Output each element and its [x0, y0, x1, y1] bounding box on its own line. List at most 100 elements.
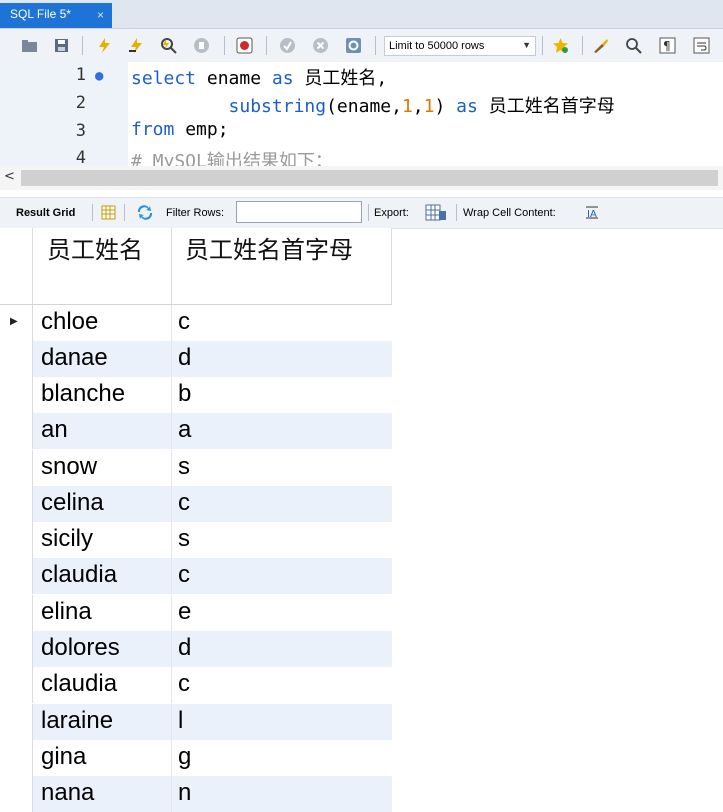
table-row[interactable]: gina g	[0, 740, 392, 776]
cell-name[interactable]: nana	[41, 779, 94, 807]
cell-divider	[171, 522, 172, 558]
cell-name[interactable]: claudia	[41, 670, 117, 698]
invisible-chars-icon[interactable]: ¶	[659, 37, 676, 54]
add-snippet-icon[interactable]	[552, 37, 569, 54]
row-selector[interactable]	[0, 667, 33, 703]
column-divider[interactable]	[171, 228, 172, 304]
table-row[interactable]: snow s	[0, 450, 392, 486]
stop-icon[interactable]	[193, 37, 210, 54]
toolbar-separator	[368, 204, 369, 221]
row-selector[interactable]	[0, 486, 33, 522]
row-selector[interactable]: ▶	[0, 305, 33, 341]
execute-current-icon[interactable]	[128, 37, 145, 54]
cell-initial[interactable]: c	[178, 489, 190, 517]
cell-divider	[171, 776, 172, 812]
cell-name[interactable]: laraine	[41, 707, 113, 735]
limit-rows-select[interactable]: Limit to 50000 rows ▼	[384, 36, 536, 56]
execute-icon[interactable]	[96, 37, 113, 54]
table-row[interactable]: sicily s	[0, 522, 392, 558]
limit-rows-value: Limit to 50000 rows	[389, 40, 485, 52]
export-icon[interactable]	[425, 203, 447, 222]
row-selector[interactable]	[0, 450, 33, 486]
filter-rows-input[interactable]	[236, 201, 362, 223]
row-selector-header[interactable]	[0, 228, 33, 304]
cell-initial[interactable]: l	[178, 707, 183, 735]
result-toolbar: Result Grid Filter Rows: Export: Wrap Ce…	[0, 197, 723, 229]
scrollbar-thumb[interactable]	[21, 170, 718, 186]
table-row[interactable]: laraine l	[0, 704, 392, 740]
cell-name[interactable]: snow	[41, 453, 97, 481]
beautify-icon[interactable]	[592, 37, 609, 54]
cell-name[interactable]: elina	[41, 598, 92, 626]
cell-initial[interactable]: c	[178, 308, 190, 336]
grid-icon[interactable]	[101, 205, 116, 220]
wrap-cell-icon[interactable]: IA	[584, 205, 600, 220]
row-selector[interactable]	[0, 413, 33, 449]
tab-title: SQL File 5*	[10, 7, 71, 21]
table-row[interactable]: blanche b	[0, 377, 392, 413]
cell-name[interactable]: celina	[41, 489, 104, 517]
wrap-lines-icon[interactable]	[693, 37, 710, 54]
table-row[interactable]: claudia c	[0, 558, 392, 594]
row-selector[interactable]	[0, 704, 33, 740]
cell-name[interactable]: danae	[41, 344, 108, 372]
row-selector[interactable]	[0, 595, 33, 631]
cell-initial[interactable]: s	[178, 453, 190, 481]
cell-initial[interactable]: d	[178, 344, 191, 372]
cell-name[interactable]: gina	[41, 743, 86, 771]
refresh-icon[interactable]	[135, 204, 155, 221]
toolbar-separator	[224, 36, 225, 55]
commit-icon[interactable]	[279, 37, 296, 54]
row-selector[interactable]	[0, 631, 33, 667]
sql-editor[interactable]: 1 ● 2 3 4 select ename as 员工姓名, substrin…	[0, 62, 723, 166]
column-divider[interactable]	[391, 228, 392, 304]
table-row[interactable]: claudia c	[0, 667, 392, 703]
tab-sql-file[interactable]: SQL File 5* ×	[0, 3, 112, 28]
row-selector[interactable]	[0, 776, 33, 812]
cell-initial[interactable]: n	[178, 779, 191, 807]
table-row[interactable]: danae d	[0, 341, 392, 377]
cell-divider	[171, 486, 172, 522]
scroll-left-icon[interactable]: <	[4, 169, 15, 184]
row-selector[interactable]	[0, 740, 33, 776]
explain-icon[interactable]	[160, 37, 177, 54]
cell-name[interactable]: chloe	[41, 308, 98, 336]
open-folder-icon[interactable]	[21, 37, 38, 54]
toggle-error-icon[interactable]	[236, 37, 253, 54]
current-row-arrow-icon: ▶	[10, 316, 18, 327]
table-row[interactable]: celina c	[0, 486, 392, 522]
cell-name[interactable]: an	[41, 416, 68, 444]
cell-name[interactable]: claudia	[41, 561, 117, 589]
cell-initial[interactable]: c	[178, 561, 190, 589]
cell-initial[interactable]: b	[178, 380, 191, 408]
save-icon[interactable]	[53, 37, 70, 54]
find-icon[interactable]	[625, 37, 642, 54]
cell-name[interactable]: dolores	[41, 634, 120, 662]
autocommit-icon[interactable]	[345, 37, 362, 54]
row-selector[interactable]	[0, 377, 33, 413]
table-row[interactable]: ▶ chloe c	[0, 305, 392, 341]
result-grid-tab[interactable]: Result Grid	[16, 207, 75, 219]
horizontal-scrollbar[interactable]: <	[0, 166, 723, 190]
cell-initial[interactable]: g	[178, 743, 191, 771]
cell-initial[interactable]: s	[178, 525, 190, 553]
cell-initial[interactable]: a	[178, 416, 191, 444]
cell-initial[interactable]: c	[178, 670, 190, 698]
cell-divider	[171, 413, 172, 449]
table-row[interactable]: elina e	[0, 595, 392, 631]
column-header[interactable]: 员工姓名首字母	[185, 234, 385, 267]
cell-initial[interactable]: e	[178, 598, 191, 626]
cell-name[interactable]: blanche	[41, 380, 125, 408]
row-selector[interactable]	[0, 341, 33, 377]
rollback-icon[interactable]	[312, 37, 329, 54]
cell-name[interactable]: sicily	[41, 525, 93, 553]
row-selector[interactable]	[0, 558, 33, 594]
column-header[interactable]: 员工姓名	[47, 234, 157, 267]
table-row[interactable]: an a	[0, 413, 392, 449]
tab-close-icon[interactable]: ×	[97, 8, 104, 22]
cell-initial[interactable]: d	[178, 634, 191, 662]
table-row[interactable]: dolores d	[0, 631, 392, 667]
grid-header: 员工姓名 员工姓名首字母	[0, 228, 392, 305]
row-selector[interactable]	[0, 522, 33, 558]
table-row[interactable]: nana n	[0, 776, 392, 812]
